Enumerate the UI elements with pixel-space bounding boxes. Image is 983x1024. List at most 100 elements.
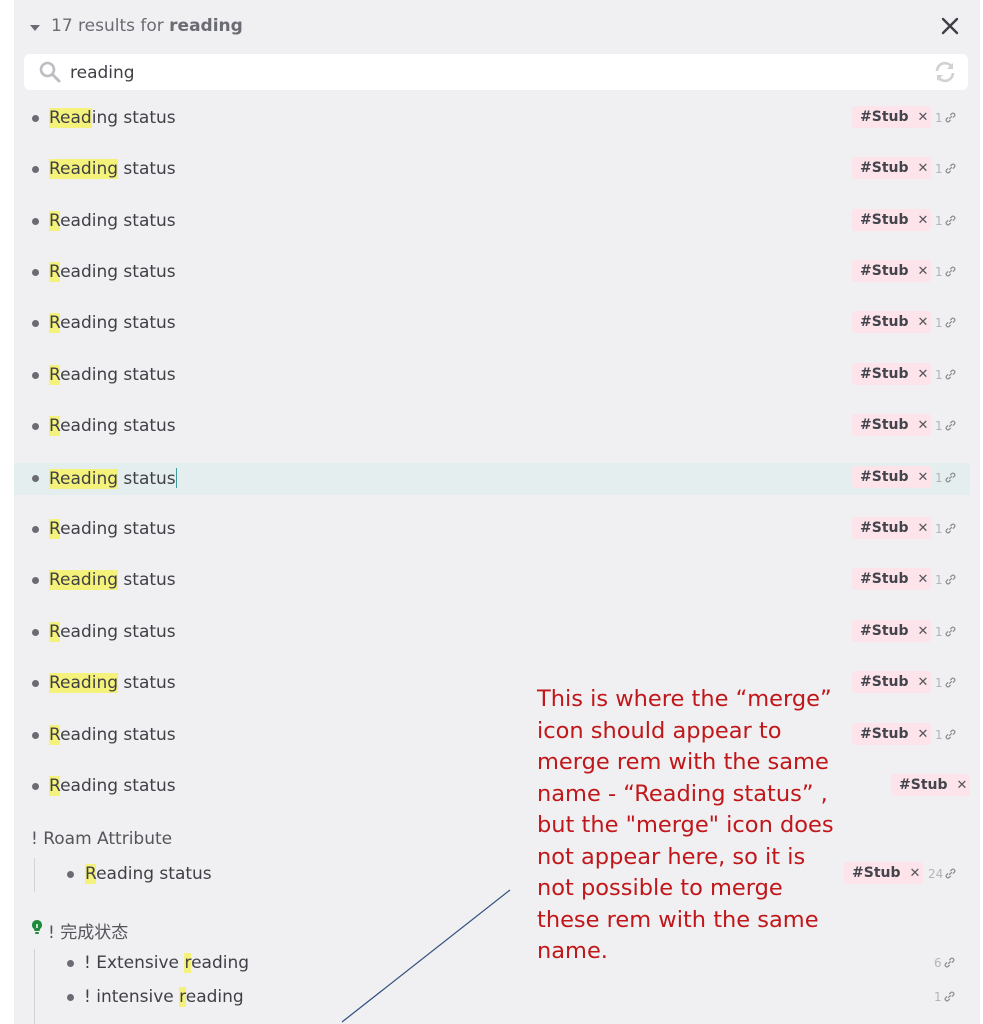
refresh-icon[interactable]: [932, 59, 958, 85]
bullet[interactable]: [67, 994, 74, 1001]
stub-tag[interactable]: #Stub ✕: [852, 157, 932, 180]
result-text[interactable]: Reading status: [49, 519, 176, 539]
result-text[interactable]: Reading status: [49, 468, 177, 489]
tag-remove-button[interactable]: ✕: [910, 863, 921, 885]
result-text[interactable]: Reading status: [49, 416, 176, 436]
result-text[interactable]: Reading status: [49, 262, 176, 282]
reference-count[interactable]: 1: [935, 111, 956, 125]
reference-count[interactable]: 1: [935, 573, 956, 587]
result-text[interactable]: Reading status: [49, 313, 176, 333]
reference-count[interactable]: 1: [935, 522, 956, 536]
stub-tag[interactable]: #Stub ✕: [852, 311, 932, 334]
bullet[interactable]: [32, 115, 39, 122]
tag-remove-button[interactable]: ✕: [918, 107, 929, 129]
tag-remove-button[interactable]: ✕: [918, 467, 929, 489]
tag-remove-button[interactable]: ✕: [918, 569, 929, 591]
result-row[interactable]: Reading status #Stub ✕ 1: [14, 308, 970, 340]
stub-tag[interactable]: #Stub ✕: [852, 260, 932, 283]
stub-tag[interactable]: #Stub ✕: [852, 414, 932, 437]
result-text[interactable]: Reading status: [49, 673, 176, 693]
bullet[interactable]: [67, 871, 74, 878]
bullet[interactable]: [32, 320, 39, 327]
result-row[interactable]: Reading status #Stub ✕ 1: [14, 360, 970, 392]
tag-remove-button[interactable]: ✕: [918, 158, 929, 180]
result-text[interactable]: Reading status: [49, 211, 176, 231]
result-text[interactable]: Reading status: [85, 864, 212, 884]
result-text[interactable]: Reading status: [49, 108, 176, 128]
tag-label: #Stub: [899, 777, 948, 793]
tag-remove-button[interactable]: ✕: [918, 312, 929, 334]
result-text[interactable]: Reading status: [49, 776, 176, 796]
reference-count[interactable]: 24: [928, 867, 956, 881]
bullet[interactable]: [32, 423, 39, 430]
reference-count[interactable]: 1: [935, 162, 956, 176]
tag-remove-button[interactable]: ✕: [957, 775, 968, 797]
bullet[interactable]: [32, 218, 39, 225]
result-row[interactable]: Reading status #Stub ✕ 1: [14, 257, 970, 289]
result-row[interactable]: Reading status #Stub ✕ 1: [14, 103, 970, 135]
tag-remove-button[interactable]: ✕: [918, 672, 929, 694]
reference-count[interactable]: 1: [934, 990, 955, 1004]
tag-remove-button[interactable]: ✕: [918, 724, 929, 746]
result-text[interactable]: Reading status: [49, 570, 176, 590]
result-row[interactable]: Reading status #Stub ✕ 1: [14, 617, 970, 649]
bullet[interactable]: [32, 680, 39, 687]
tag-remove-button[interactable]: ✕: [918, 518, 929, 540]
result-row-intensive-reading[interactable]: ! intensive reading 1: [14, 982, 970, 1014]
result-row[interactable]: Reading status #Stub ✕ 1: [14, 411, 970, 443]
bullet[interactable]: [32, 732, 39, 739]
bullet[interactable]: [32, 269, 39, 276]
stub-tag[interactable]: #Stub ✕: [852, 568, 932, 591]
tag-remove-button[interactable]: ✕: [918, 210, 929, 232]
result-row[interactable]: Reading status #Stub ✕ 1: [14, 514, 970, 546]
stub-tag[interactable]: #Stub ✕: [852, 620, 932, 643]
stub-tag[interactable]: #Stub ✕: [852, 466, 932, 489]
bullet[interactable]: [32, 629, 39, 636]
caret-down-icon[interactable]: [30, 25, 40, 31]
stub-tag[interactable]: #Stub ✕: [852, 209, 932, 232]
result-text[interactable]: ! Extensive reading: [84, 953, 249, 973]
reference-count[interactable]: 1: [935, 471, 956, 485]
reference-count[interactable]: 1: [935, 625, 956, 639]
stub-tag[interactable]: #Stub ✕: [852, 517, 932, 540]
search-input[interactable]: [68, 59, 912, 87]
tag-remove-button[interactable]: ✕: [918, 364, 929, 386]
result-row[interactable]: Reading status #Stub ✕ 1: [14, 463, 970, 495]
tag-remove-button[interactable]: ✕: [918, 415, 929, 437]
reference-count[interactable]: 6: [934, 956, 955, 970]
close-icon[interactable]: [938, 14, 962, 38]
reference-count[interactable]: 1: [935, 368, 956, 382]
section-title-completion-status[interactable]: ! 完成状态: [48, 918, 128, 943]
section-title-roam-attribute[interactable]: ! Roam Attribute: [31, 829, 172, 849]
bullet[interactable]: [32, 577, 39, 584]
reference-count[interactable]: 1: [935, 265, 956, 279]
bullet[interactable]: [32, 526, 39, 533]
result-text[interactable]: Reading status: [49, 159, 176, 179]
reference-count[interactable]: 1: [935, 676, 956, 690]
result-row[interactable]: Reading status #Stub ✕ 1: [14, 206, 970, 238]
reference-count[interactable]: 1: [935, 728, 956, 742]
bullet[interactable]: [32, 783, 39, 790]
stub-tag[interactable]: #Stub ✕: [891, 774, 971, 797]
result-row[interactable]: Reading status #Stub ✕ 1: [14, 154, 970, 186]
reference-count[interactable]: 1: [935, 214, 956, 228]
result-text[interactable]: Reading status: [49, 622, 176, 642]
link-icon: [945, 677, 956, 688]
reference-count[interactable]: 1: [935, 419, 956, 433]
bullet[interactable]: [32, 475, 39, 482]
result-text[interactable]: Reading status: [49, 365, 176, 385]
result-row[interactable]: Reading status #Stub ✕ 1: [14, 565, 970, 597]
stub-tag[interactable]: #Stub ✕: [852, 106, 932, 129]
bullet[interactable]: [32, 372, 39, 379]
result-text[interactable]: Reading status: [49, 725, 176, 745]
result-text-rest: eading status: [60, 365, 176, 385]
result-text-rest: ing status: [91, 108, 176, 128]
tag-remove-button[interactable]: ✕: [918, 261, 929, 283]
result-text[interactable]: ! intensive reading: [84, 987, 244, 1007]
results-query: reading: [169, 16, 243, 36]
bullet[interactable]: [32, 166, 39, 173]
reference-count[interactable]: 1: [935, 316, 956, 330]
tag-remove-button[interactable]: ✕: [918, 621, 929, 643]
stub-tag[interactable]: #Stub ✕: [852, 363, 932, 386]
bullet[interactable]: [67, 960, 74, 967]
